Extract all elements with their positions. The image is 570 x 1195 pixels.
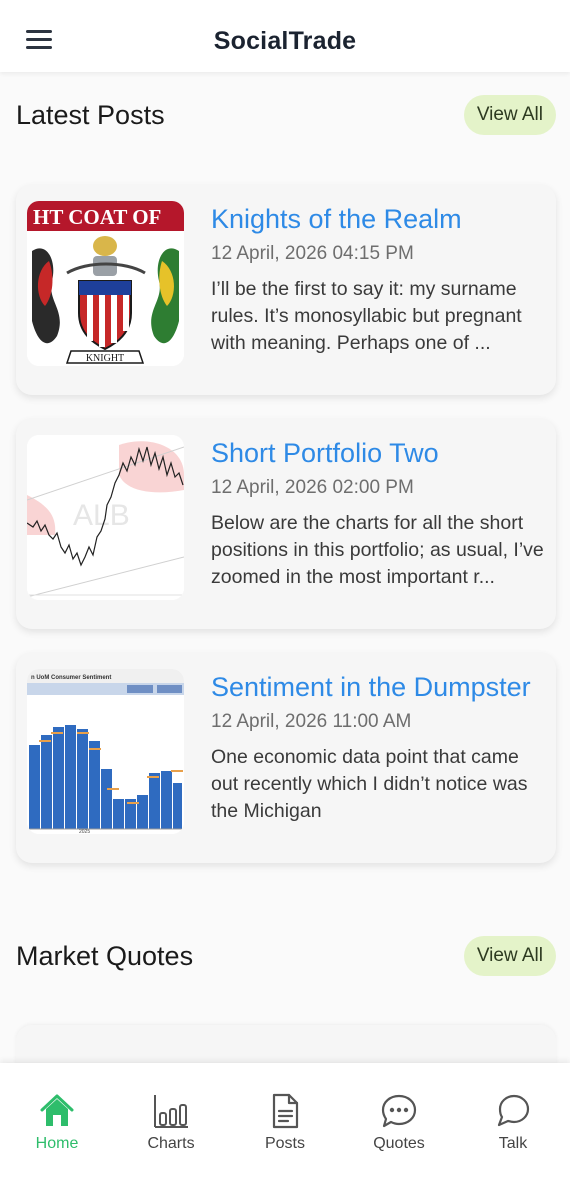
post-card[interactable]: n UoM Consumer Sentiment 2025 Sentiment …: [16, 653, 556, 863]
app-title: SocialTrade: [213, 26, 357, 55]
post-thumbnail-stock-chart: ALB: [27, 435, 184, 600]
chat-dots-icon: [381, 1094, 417, 1128]
post-thumbnail-sentiment-chart: n UoM Consumer Sentiment 2025: [27, 669, 184, 834]
top-bar: SocialTrade: [0, 0, 570, 72]
nav-item-talk[interactable]: Talk: [463, 1091, 563, 1195]
latest-posts-view-all-button[interactable]: View All: [463, 95, 556, 135]
nav-label-talk: Talk: [498, 1135, 528, 1152]
thumb-chart-header: n UoM Consumer Sentiment: [31, 675, 111, 681]
post-date: 12 April, 2026 11:00 AM: [211, 711, 412, 732]
document-icon: [272, 1093, 299, 1129]
post-card[interactable]: ALB Short Portfolio Two 12 April, 2026 0…: [16, 419, 556, 629]
nav-item-home[interactable]: Home: [7, 1091, 107, 1195]
market-quotes-title: Market Quotes: [16, 940, 194, 971]
post-excerpt: I’ll be the first to say it: my surname …: [211, 278, 522, 354]
bottom-nav: Home Charts Posts Quotes Talk: [0, 1063, 570, 1195]
app-screen: SocialTrade Latest Posts View All HT COA…: [0, 0, 570, 1195]
post-card-body: Short Portfolio Two 12 April, 2026 02:00…: [211, 435, 544, 617]
post-card-body: Knights of the Realm 12 April, 2026 04:1…: [211, 201, 544, 383]
chat-bubble-icon: [497, 1094, 530, 1127]
post-date: 12 April, 2026 02:00 PM: [211, 477, 414, 498]
post-title[interactable]: Short Portfolio Two: [211, 435, 544, 471]
thumb-chart-year: 2025: [79, 829, 90, 834]
thumb-watermark: ALB: [73, 499, 130, 532]
nav-label-posts: Posts: [264, 1135, 305, 1152]
nav-item-posts[interactable]: Posts: [235, 1091, 335, 1195]
thumb-ribbon-text: KNIGHT: [86, 353, 124, 364]
post-excerpt: One economic data point that came out re…: [211, 746, 528, 822]
latest-posts-header: Latest Posts View All: [16, 95, 556, 135]
post-title[interactable]: Knights of the Realm: [211, 201, 544, 237]
bar-chart-icon: [154, 1095, 188, 1128]
nav-label-home: Home: [35, 1135, 79, 1152]
post-date: 12 April, 2026 04:15 PM: [211, 243, 414, 264]
nav-label-quotes: Quotes: [373, 1135, 425, 1152]
post-excerpt: Below are the charts for all the short p…: [211, 512, 544, 588]
thumb-banner-text: HT COAT OF: [33, 205, 161, 229]
market-quotes-view-all-button[interactable]: View All: [463, 936, 556, 976]
menu-icon[interactable]: [26, 30, 54, 52]
market-quotes-header: Market Quotes View All: [16, 936, 556, 976]
nav-item-charts[interactable]: Charts: [121, 1091, 221, 1195]
latest-posts-title: Latest Posts: [16, 99, 165, 130]
post-card[interactable]: HT COAT OF KNIGHT Knights of the Realm 1…: [16, 185, 556, 395]
post-card-body: Sentiment in the Dumpster 12 April, 2026…: [211, 669, 544, 851]
post-title[interactable]: Sentiment in the Dumpster: [211, 669, 544, 705]
post-thumbnail-coat-of-arms: HT COAT OF KNIGHT: [27, 201, 184, 366]
nav-label-charts: Charts: [147, 1135, 195, 1152]
nav-item-quotes[interactable]: Quotes: [349, 1091, 449, 1195]
home-icon: [40, 1094, 74, 1126]
